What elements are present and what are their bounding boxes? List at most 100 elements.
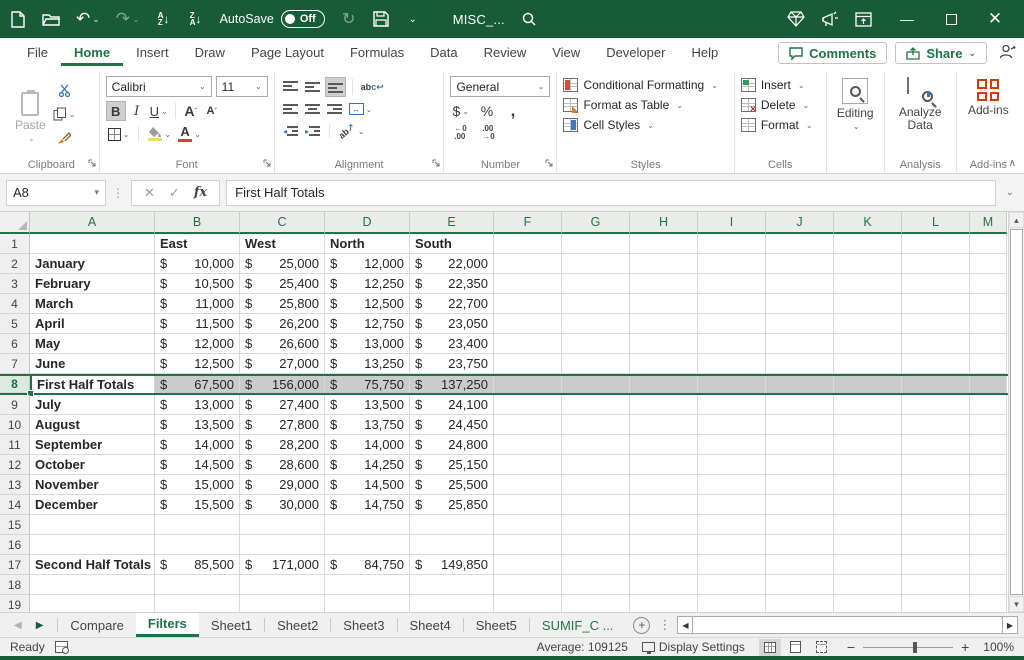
- cell[interactable]: [494, 435, 562, 455]
- cell[interactable]: [698, 395, 766, 415]
- cell[interactable]: [30, 575, 155, 595]
- column-header[interactable]: J: [766, 212, 834, 234]
- row-header[interactable]: 5: [0, 314, 30, 334]
- cell[interactable]: April: [30, 314, 155, 334]
- cell[interactable]: [970, 294, 1007, 314]
- row-header[interactable]: 2: [0, 254, 30, 274]
- cell[interactable]: [562, 274, 630, 294]
- cell[interactable]: [630, 495, 698, 515]
- cell[interactable]: [494, 415, 562, 435]
- cell[interactable]: [494, 234, 562, 254]
- increase-decimal-button[interactable]: ←0.00: [450, 123, 470, 143]
- cell[interactable]: [834, 314, 902, 334]
- vertical-scrollbar[interactable]: ▲ ▼: [1008, 212, 1024, 612]
- cell[interactable]: [766, 354, 834, 374]
- vertical-scroll-thumb[interactable]: [1010, 229, 1023, 595]
- cell[interactable]: [902, 294, 970, 314]
- cell[interactable]: [970, 435, 1007, 455]
- cell[interactable]: $27,000: [240, 354, 325, 374]
- horizontal-scroll-thumb[interactable]: [693, 616, 1002, 634]
- format-as-table-button[interactable]: Format as Table⌄: [563, 98, 727, 112]
- cell[interactable]: [562, 254, 630, 274]
- cell[interactable]: [630, 535, 698, 555]
- cell[interactable]: [630, 455, 698, 475]
- cell[interactable]: $27,400: [240, 395, 325, 415]
- horizontal-scrollbar[interactable]: ◀ ▶: [677, 616, 1018, 634]
- sheet-nav-right-icon[interactable]: ▶: [36, 620, 44, 631]
- cell[interactable]: [562, 435, 630, 455]
- cell[interactable]: [562, 455, 630, 475]
- cell[interactable]: [970, 555, 1007, 575]
- tab-page-layout[interactable]: Page Layout: [238, 40, 337, 66]
- cell[interactable]: [494, 555, 562, 575]
- wrap-text-button[interactable]: abc↩: [359, 77, 386, 97]
- cell[interactable]: $22,000: [410, 254, 494, 274]
- cell[interactable]: [970, 595, 1007, 612]
- cell[interactable]: [834, 455, 902, 475]
- premium-gem-icon[interactable]: [787, 9, 805, 29]
- grow-font-button[interactable]: Aˆ: [181, 101, 201, 121]
- cell[interactable]: [766, 575, 834, 595]
- cell[interactable]: $149,850: [410, 555, 494, 575]
- cell[interactable]: [834, 475, 902, 495]
- cell[interactable]: $13,000: [155, 395, 240, 415]
- cell[interactable]: $22,700: [410, 294, 494, 314]
- autosave-pill[interactable]: Off: [281, 10, 325, 28]
- cell[interactable]: [155, 595, 240, 612]
- cell[interactable]: August: [30, 415, 155, 435]
- customize-toolbar-icon[interactable]: ⌄: [405, 9, 421, 29]
- cell[interactable]: East: [155, 234, 240, 254]
- cell[interactable]: [630, 314, 698, 334]
- cell[interactable]: [698, 475, 766, 495]
- cell[interactable]: [834, 595, 902, 612]
- name-box[interactable]: A8▾: [6, 180, 106, 206]
- cell[interactable]: [970, 495, 1007, 515]
- percent-style-button[interactable]: %: [477, 101, 497, 121]
- cell[interactable]: [630, 475, 698, 495]
- cell[interactable]: $28,600: [240, 455, 325, 475]
- cell[interactable]: [494, 595, 562, 612]
- cell[interactable]: [562, 415, 630, 435]
- formula-bar-handle[interactable]: ⋮: [112, 186, 125, 200]
- search-icon[interactable]: [521, 9, 537, 29]
- row-header[interactable]: 15: [0, 515, 30, 535]
- number-format-select[interactable]: General⌄: [450, 76, 550, 97]
- cell[interactable]: [562, 475, 630, 495]
- scroll-right-icon[interactable]: ▶: [1002, 616, 1018, 634]
- close-button[interactable]: ✕: [976, 4, 1014, 34]
- column-header[interactable]: I: [698, 212, 766, 234]
- row-header[interactable]: 7: [0, 354, 30, 374]
- cell[interactable]: $12,250: [325, 274, 410, 294]
- cell[interactable]: [902, 415, 970, 435]
- cell[interactable]: [494, 395, 562, 415]
- cell[interactable]: [766, 334, 834, 354]
- cell[interactable]: $14,250: [325, 455, 410, 475]
- decrease-decimal-button[interactable]: .00→0: [478, 123, 498, 143]
- cell[interactable]: $156,000: [240, 376, 325, 393]
- cell[interactable]: $25,400: [240, 274, 325, 294]
- cell[interactable]: [240, 595, 325, 612]
- ribbon-display-options-icon[interactable]: [855, 9, 872, 29]
- analyze-data-button[interactable]: Analyze Data: [891, 76, 950, 134]
- cell[interactable]: [30, 535, 155, 555]
- cell[interactable]: [630, 595, 698, 612]
- cell[interactable]: West: [240, 234, 325, 254]
- scroll-down-icon[interactable]: ▼: [1009, 596, 1024, 612]
- cell[interactable]: [630, 415, 698, 435]
- font-name-select[interactable]: Calibri⌄: [106, 76, 212, 97]
- cell[interactable]: [834, 575, 902, 595]
- cell[interactable]: [410, 535, 494, 555]
- cell[interactable]: $25,150: [410, 455, 494, 475]
- cell[interactable]: [970, 395, 1007, 415]
- cell[interactable]: [494, 575, 562, 595]
- cell[interactable]: January: [30, 254, 155, 274]
- cell[interactable]: [970, 475, 1007, 495]
- cut-button[interactable]: [51, 80, 78, 100]
- cell[interactable]: $13,500: [155, 415, 240, 435]
- cell[interactable]: [902, 376, 970, 393]
- cell[interactable]: February: [30, 274, 155, 294]
- zoom-out-button[interactable]: −: [847, 639, 855, 655]
- cell[interactable]: [698, 274, 766, 294]
- cell[interactable]: $25,850: [410, 495, 494, 515]
- cell[interactable]: [834, 495, 902, 515]
